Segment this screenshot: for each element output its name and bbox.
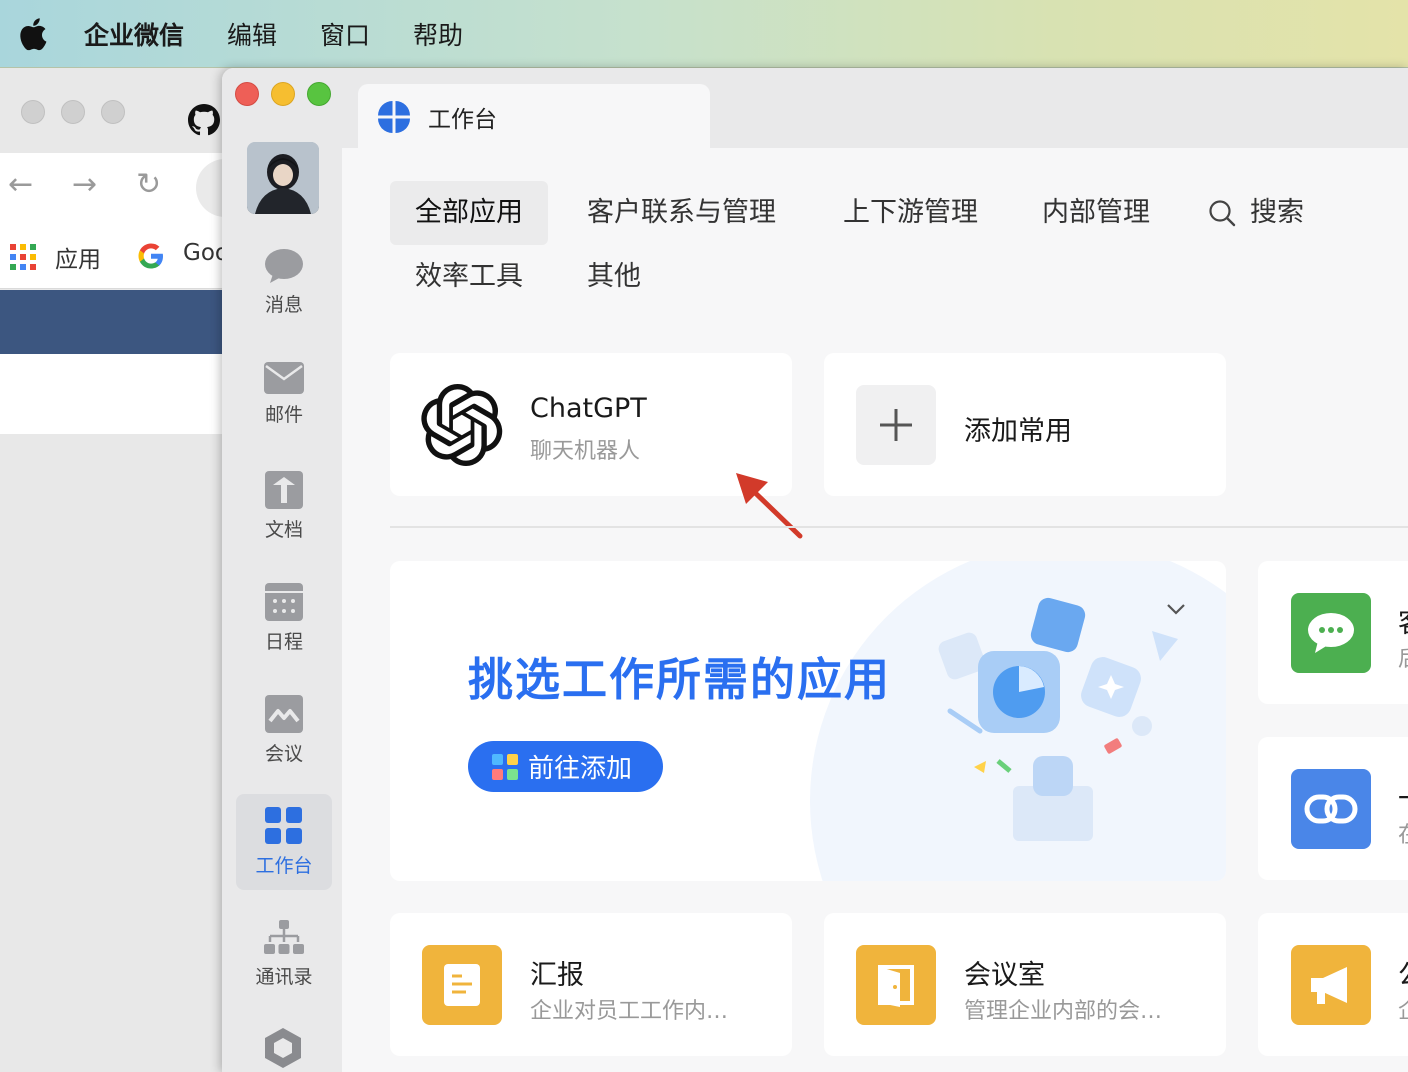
reload-icon[interactable]: ↻ <box>136 167 161 202</box>
window-zoom-button[interactable] <box>307 82 331 106</box>
link-icon <box>1291 769 1371 849</box>
web-page-header <box>0 290 260 354</box>
sidebar-item-label: 通讯录 <box>255 965 313 988</box>
sidebar-item-meeting[interactable]: 会议 <box>236 682 332 778</box>
back-arrow-icon[interactable]: ← <box>8 167 33 202</box>
category-all-apps[interactable]: 全部应用 <box>390 181 548 245</box>
category-customer[interactable]: 客户联系与管理 <box>587 181 776 245</box>
app-subtitle: 管理企业内部的会… <box>964 999 1163 1024</box>
sidebar-item-contacts[interactable]: 通讯录 <box>236 906 332 1002</box>
add-favorite-label: 添加常用 <box>964 416 1072 447</box>
plus-icon <box>856 385 936 465</box>
sidebar-item-label: 日程 <box>264 630 303 653</box>
web-page-content <box>0 354 260 434</box>
google-icon <box>138 243 163 269</box>
app-card-customer[interactable]: 客 后 <box>1258 561 1408 704</box>
promo-illustration <box>938 597 1178 841</box>
sidebar-item-mail[interactable]: 邮件 <box>236 346 332 442</box>
category-efficiency[interactable]: 效率工具 <box>415 245 523 309</box>
contacts-icon <box>264 919 304 954</box>
search-label: 搜索 <box>1250 197 1304 228</box>
workbench-tab-icon <box>378 101 410 133</box>
sidebar-item-label: 邮件 <box>264 403 303 426</box>
github-icon[interactable] <box>188 104 220 136</box>
wechat-chat-icon <box>1291 593 1371 673</box>
sidebar-item-label: 消息 <box>264 293 303 316</box>
megaphone-icon <box>1291 945 1371 1025</box>
category-internal[interactable]: 内部管理 <box>1042 181 1150 245</box>
app-card-meeting-room[interactable]: 会议室 管理企业内部的会… <box>824 913 1226 1056</box>
bookmarks-bar: 应用 Goo <box>0 223 260 289</box>
app-title: ChatGPT <box>530 393 647 424</box>
apps-grid-icon[interactable] <box>10 244 36 270</box>
app-title: 一 <box>1398 777 1408 816</box>
category-search[interactable]: 搜索 <box>1208 181 1304 245</box>
sidebar-item-messages[interactable]: 消息 <box>236 234 332 330</box>
forward-arrow-icon[interactable]: → <box>72 167 97 202</box>
tab-strip: 工作台 <box>342 68 1408 150</box>
app-card-link[interactable]: 一 在 <box>1258 737 1408 880</box>
sidebar-item-label: 会议 <box>264 742 303 765</box>
app-card-report[interactable]: 汇报 企业对员工工作内… <box>390 913 792 1056</box>
sidebar-item-label: 工作台 <box>255 854 313 877</box>
tab-title: 工作台 <box>428 107 497 133</box>
apps-colorful-icon <box>492 753 518 780</box>
app-subtitle: 后 <box>1398 641 1408 673</box>
tab-workbench[interactable]: 工作台 <box>358 84 710 150</box>
document-icon <box>265 470 303 509</box>
app-title: 会议室 <box>964 960 1045 991</box>
macos-menu-bar: 企业微信 编辑 窗口 帮助 <box>0 0 1408 68</box>
category-upstream-downstream[interactable]: 上下游管理 <box>843 181 978 245</box>
app-subtitle: 在 <box>1398 817 1408 849</box>
window-close-button[interactable] <box>235 82 259 106</box>
workbench-main-panel: 工作台 全部应用 客户联系与管理 上下游管理 内部管理 搜索 效率工具 其他 C… <box>342 68 1408 1072</box>
browser-toolbar: ← → ↻ <box>0 153 260 223</box>
chat-bubble-icon <box>265 248 303 283</box>
category-other[interactable]: 其他 <box>587 245 641 309</box>
background-browser-window: ← → ↻ 应用 Goo <box>0 68 260 1072</box>
go-add-button[interactable]: 前往添加 <box>468 741 663 792</box>
wecom-sidebar: 消息 邮件 文档 日程 会议 工作台 通讯录 <box>222 68 342 1072</box>
sidebar-item-workbench[interactable]: 工作台 <box>236 794 332 890</box>
app-title: 公 <box>1398 953 1408 992</box>
app-title: 汇报 <box>530 960 584 991</box>
browser-minimize-button[interactable] <box>61 100 85 124</box>
app-title: 客 <box>1398 601 1408 640</box>
browser-close-button[interactable] <box>21 100 45 124</box>
go-add-button-label: 前往添加 <box>528 754 633 784</box>
mail-icon <box>264 361 304 394</box>
wecom-window: 消息 邮件 文档 日程 会议 工作台 通讯录 工作台 全部应用 客户联系与管理 … <box>222 68 1408 1072</box>
openai-logo-icon <box>421 384 503 466</box>
workbench-icon <box>265 806 302 844</box>
search-icon <box>1209 200 1236 227</box>
calendar-icon <box>265 582 303 621</box>
bookmark-apps-label[interactable]: 应用 <box>55 240 101 274</box>
door-icon <box>856 945 936 1025</box>
sidebar-item-docs[interactable]: 文档 <box>236 458 332 554</box>
menu-app-name[interactable]: 企业微信 <box>84 16 184 52</box>
menu-edit[interactable]: 编辑 <box>227 16 277 52</box>
avatar[interactable] <box>247 142 319 214</box>
sidebar-item-calendar[interactable]: 日程 <box>236 570 332 666</box>
meeting-icon <box>265 694 303 733</box>
browser-zoom-button[interactable] <box>101 100 125 124</box>
app-subtitle: 企业对员工工作内… <box>530 999 729 1024</box>
promo-banner: 挑选工作所需的应用 前往添加 <box>390 561 1226 881</box>
app-subtitle: 企 <box>1398 993 1408 1025</box>
cube-app-icon[interactable] <box>264 1028 302 1068</box>
menu-help[interactable]: 帮助 <box>413 16 463 52</box>
sidebar-item-label: 文档 <box>264 518 303 541</box>
section-divider <box>390 526 1408 528</box>
add-favorite-card[interactable]: 添加常用 <box>824 353 1226 496</box>
apple-logo-icon[interactable] <box>18 17 48 51</box>
red-arrow-annotation <box>736 473 803 539</box>
app-card-announcement[interactable]: 公 企 <box>1258 913 1408 1056</box>
promo-title: 挑选工作所需的应用 <box>468 653 892 706</box>
menu-window[interactable]: 窗口 <box>320 16 370 52</box>
report-icon <box>422 945 502 1025</box>
chevron-down-icon[interactable] <box>1166 603 1186 617</box>
app-subtitle: 聊天机器人 <box>530 439 641 464</box>
window-minimize-button[interactable] <box>271 82 295 106</box>
